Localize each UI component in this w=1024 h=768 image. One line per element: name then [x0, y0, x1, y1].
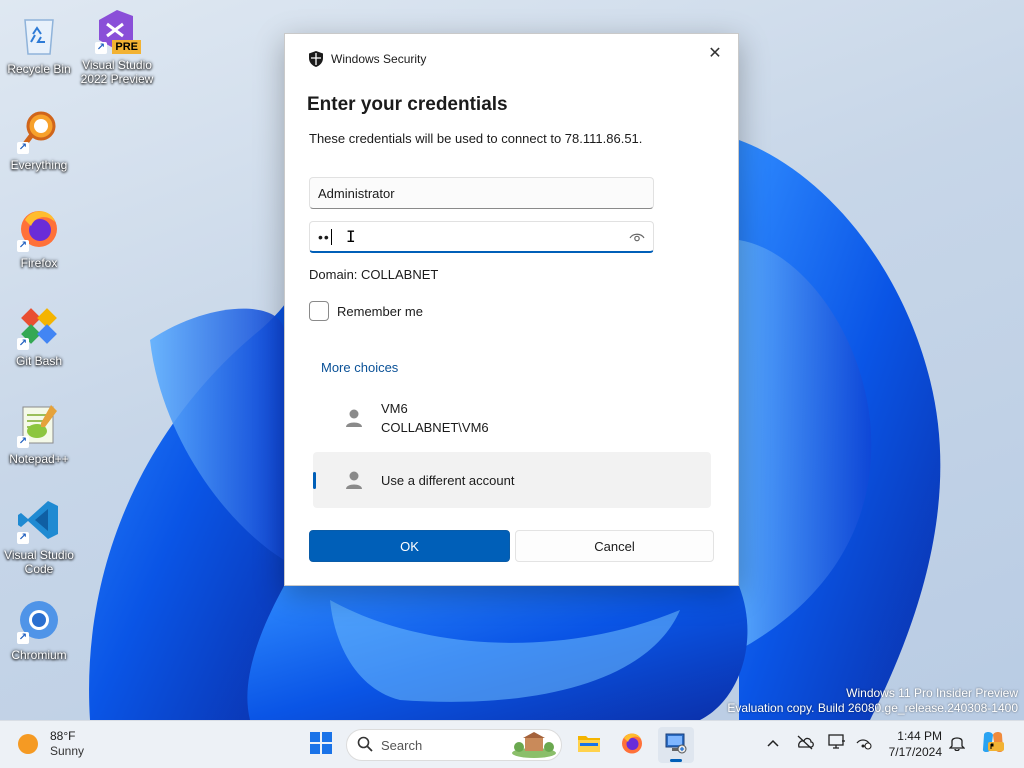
copilot-button[interactable]: [980, 731, 1006, 757]
everything-search-icon: ↗: [15, 106, 63, 154]
shortcut-arrow-icon: ↗: [17, 142, 29, 154]
more-choices-link[interactable]: More choices: [321, 360, 398, 375]
password-field[interactable]: •• I: [309, 221, 654, 253]
domain-label: Domain: COLLABNET: [309, 267, 439, 282]
shortcut-arrow-icon: ↗: [17, 532, 29, 544]
desktop-icon-label: Chromium: [11, 648, 67, 662]
chromium-icon: ↗: [15, 596, 63, 644]
tray-display[interactable]: [826, 733, 848, 755]
account-text: Use a different account: [381, 472, 515, 488]
weather-text: 88°F Sunny: [50, 729, 84, 759]
shield-icon: [307, 50, 325, 73]
onedrive-offline-icon: [795, 734, 815, 755]
password-dots: ••: [318, 228, 330, 245]
ok-button[interactable]: OK: [309, 530, 510, 562]
file-explorer-icon: [577, 732, 601, 759]
clock-date: 7/17/2024: [888, 745, 942, 759]
dialog-app-name: Windows Security: [331, 52, 427, 66]
tray-onedrive[interactable]: [794, 733, 816, 755]
account-name: VM6: [381, 401, 408, 416]
close-button[interactable]: ✕: [702, 40, 728, 66]
user-avatar-icon: [343, 407, 365, 429]
search-label: Search: [381, 737, 423, 753]
watermark-edition: Windows 11 Pro Insider Preview: [846, 686, 1018, 700]
shortcut-arrow-icon: ↗: [95, 42, 107, 54]
remember-me-option[interactable]: Remember me: [309, 301, 423, 321]
username-field[interactable]: Administrator: [309, 177, 654, 209]
ibeam-cursor-icon: I: [346, 227, 356, 246]
desktop-icon-label: Visual Studio Code: [4, 548, 74, 576]
dialog-description: These credentials will be used to connec…: [309, 131, 643, 146]
firefox-icon: ↗: [15, 204, 63, 252]
search-highlight-art-icon: [509, 731, 559, 759]
copilot-pre-icon: [980, 729, 1006, 760]
account-option-vm6[interactable]: VM6 COLLABNET\VM6: [313, 398, 711, 438]
remote-desktop-icon: [664, 731, 688, 760]
taskbar: 88°F Sunny Search 1:44 PM 7/17/2024: [0, 720, 1024, 768]
close-icon: ✕: [708, 45, 722, 62]
dialog-title: Enter your credentials: [307, 94, 508, 115]
notifications-button[interactable]: [946, 733, 968, 755]
weather-widget[interactable]: 88°F Sunny: [18, 729, 84, 759]
system-clock[interactable]: 1:44 PM 7/17/2024: [880, 728, 942, 760]
weather-temperature: 88°F: [50, 729, 76, 743]
windows-security-dialog: Windows Security ✕ Enter your credential…: [284, 33, 739, 586]
shortcut-arrow-icon: ↗: [17, 338, 29, 350]
desktop-icon-chromium[interactable]: ↗ Chromium: [0, 596, 78, 662]
shortcut-arrow-icon: ↗: [17, 632, 29, 644]
recycle-bin-icon: [15, 10, 63, 58]
desktop-icon-firefox[interactable]: ↗ Firefox: [0, 204, 78, 270]
account-text: VM6 COLLABNET\VM6: [381, 399, 489, 437]
shortcut-arrow-icon: ↗: [17, 436, 29, 448]
account-option-different[interactable]: Use a different account: [313, 452, 711, 508]
desktop-icon-label: Visual Studio 2022 Preview: [80, 58, 154, 86]
remember-me-label: Remember me: [337, 303, 423, 319]
show-hidden-icons-button[interactable]: [762, 733, 784, 755]
selection-indicator: [313, 472, 316, 489]
sunny-weather-icon: [18, 734, 38, 754]
shortcut-arrow-icon: ↗: [17, 240, 29, 252]
weather-condition: Sunny: [50, 744, 85, 758]
search-icon: [357, 736, 373, 755]
taskbar-firefox[interactable]: [614, 727, 650, 763]
windows-logo-icon: [310, 731, 332, 759]
git-bash-icon: ↗: [15, 302, 63, 350]
watermark-build: Evaluation copy. Build 26080.ge_release.…: [727, 701, 1018, 715]
notepad-plus-plus-icon: ↗: [15, 400, 63, 448]
tray-network[interactable]: [852, 733, 874, 755]
clock-time: 1:44 PM: [897, 729, 942, 743]
taskbar-remote-desktop[interactable]: [658, 727, 694, 763]
desktop-icon-recycle-bin[interactable]: Recycle Bin: [0, 10, 78, 76]
desktop-icon-visual-studio[interactable]: ↗ PRE Visual Studio 2022 Preview: [78, 6, 156, 86]
desktop-icon-notepad-plus-plus[interactable]: ↗ Notepad++: [0, 400, 78, 466]
desktop-icon-label: Notepad++: [9, 452, 69, 466]
vscode-icon: ↗: [15, 496, 63, 544]
username-value: Administrator: [318, 185, 395, 201]
dialog-header: Windows Security: [307, 48, 426, 70]
start-button[interactable]: [303, 727, 339, 763]
firefox-icon: [620, 731, 644, 760]
display-icon: [828, 733, 846, 755]
cancel-button[interactable]: Cancel: [515, 530, 714, 562]
taskbar-search[interactable]: Search: [346, 729, 562, 761]
user-avatar-icon: [343, 469, 365, 491]
desktop-icon-git-bash[interactable]: ↗ Git Bash: [0, 302, 78, 368]
desktop-icon-label: Everything: [10, 158, 68, 172]
reveal-password-icon[interactable]: [629, 230, 645, 244]
desktop-icon-label: Firefox: [20, 256, 58, 270]
chevron-up-icon: [766, 735, 780, 753]
desktop-icon-label: Git Bash: [15, 354, 63, 368]
bell-icon: [948, 733, 966, 756]
desktop-icon-vscode[interactable]: ↗ Visual Studio Code: [0, 496, 78, 576]
preview-badge: PRE: [112, 40, 141, 54]
evaluation-watermark: Windows 11 Pro Insider Preview Evaluatio…: [727, 686, 1018, 716]
taskbar-file-explorer[interactable]: [571, 727, 607, 763]
remember-me-checkbox[interactable]: [309, 301, 329, 321]
text-caret: [330, 228, 332, 245]
desktop-icon-everything[interactable]: ↗ Everything: [0, 106, 78, 172]
desktop-icon-label: Recycle Bin: [7, 62, 71, 76]
visual-studio-icon: ↗ PRE: [93, 6, 141, 54]
account-domain-user: COLLABNET\VM6: [381, 420, 489, 435]
network-icon: [854, 734, 872, 755]
